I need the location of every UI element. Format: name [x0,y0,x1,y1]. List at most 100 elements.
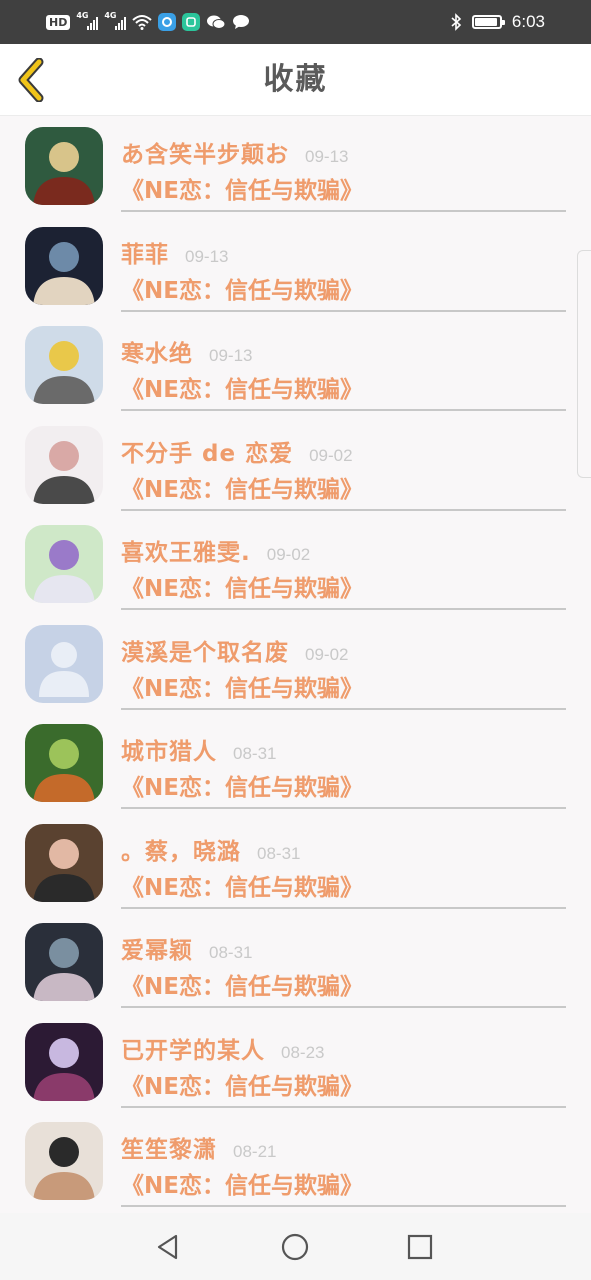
list-item[interactable]: 已开学的某人 08-23 《NE恋：信任与欺骗》 [0,1013,591,1113]
signal-icon: 4G [76,11,99,30]
back-triangle-icon [157,1234,178,1260]
book-title[interactable]: 《NE恋：信任与欺骗》 [121,370,363,404]
bluetooth-icon [451,13,462,31]
list-item[interactable]: 爱幂颖 08-31 《NE恋：信任与欺骗》 [0,913,591,1013]
list-item[interactable]: あ含笑半步颠お 09-13 《NE恋：信任与欺骗》 [0,117,591,217]
avatar[interactable] [25,1122,103,1200]
avatar[interactable] [25,226,103,305]
book-title[interactable]: 《NE恋：信任与欺骗》 [121,470,363,504]
name-line: 笙笙黎潇 08-21 [121,1130,276,1164]
name-line: 菲菲 09-13 [121,235,228,269]
divider [121,807,566,809]
list-item[interactable]: 笙笙黎潇 08-21 《NE恋：信任与欺骗》 [0,1112,591,1212]
divider [121,906,566,909]
book-title[interactable]: 《NE恋：信任与欺骗》 [121,1067,363,1101]
divider [121,1006,566,1008]
book-title[interactable]: 《NE恋：信任与欺骗》 [121,669,363,703]
list-item[interactable]: 喜欢王雅雯. 09-02 《NE恋：信任与欺骗》 [0,515,591,615]
list-item[interactable]: 寒水绝 09-13 《NE恋：信任与欺骗》 [0,316,591,416]
book-title[interactable]: 《NE恋：信任与欺骗》 [121,1166,363,1200]
home-circle-icon [281,1233,309,1261]
divider [121,309,566,312]
nav-recents-button[interactable] [404,1231,436,1263]
book-title[interactable]: 《NE恋：信任与欺骗》 [121,868,363,902]
book-title[interactable]: 《NE恋：信任与欺骗》 [121,271,363,305]
avatar[interactable] [25,1022,103,1101]
user-name[interactable]: 喜欢王雅雯. [121,533,251,567]
hd-icon: HD [46,14,71,30]
avatar[interactable] [25,326,103,404]
name-line: 寒水绝 09-13 [121,334,252,368]
name-line: 漠溪是个取名废 09-02 [121,633,348,667]
avatar[interactable] [25,823,103,902]
date-label: 08-31 [233,744,277,763]
name-line: 不分手 de 恋爱 09-02 [121,434,353,468]
date-label: 09-13 [305,147,349,166]
user-name[interactable]: あ含笑半步颠お [121,135,289,169]
user-name[interactable]: 爱幂颖 [121,931,193,965]
list-item[interactable]: 城市猎人 08-31 《NE恋：信任与欺骗》 [0,714,591,814]
divider [121,707,566,710]
name-line: 爱幂颖 08-31 [121,931,252,965]
book-title[interactable]: 《NE恋：信任与欺骗》 [121,569,363,603]
date-label: 09-02 [266,545,311,564]
date-label: 09-13 [185,246,229,266]
user-name[interactable]: 笙笙黎潇 [121,1130,217,1164]
favorites-list[interactable]: あ含笑半步颠お 09-13 《NE恋：信任与欺骗》 菲菲 09-13 《NE恋：信任与欺骗… [0,117,591,1213]
signal-icon: 4G [104,11,127,30]
navigation-bar [0,1213,591,1280]
avatar[interactable] [25,425,103,504]
wifi-icon [132,15,153,30]
avatar[interactable] [25,127,103,205]
user-name[interactable]: 。蔡，晓潞 [121,832,241,866]
avatar[interactable] [25,923,103,1001]
user-name[interactable]: 已开学的某人 [121,1031,265,1065]
avatar[interactable] [25,724,103,802]
page-title: 收藏 [263,62,328,97]
date-label: 08-31 [257,843,301,863]
battery-icon [471,15,505,29]
user-name[interactable]: 寒水绝 [121,334,193,368]
date-label: 08-23 [281,1042,325,1062]
date-label: 08-31 [209,943,253,962]
list-item[interactable]: 菲菲 09-13 《NE恋：信任与欺骗》 [0,217,591,317]
status-right: 6:03 [450,10,545,34]
user-name[interactable]: 菲菲 [121,235,169,269]
name-line: あ含笑半步颠お 09-13 [121,135,348,169]
chat-bubble-icon [233,15,250,29]
battery-level [474,18,497,26]
user-name[interactable]: 漠溪是个取名废 [121,633,289,667]
scroll-indicator[interactable] [577,250,591,478]
divider [121,608,566,610]
book-title[interactable]: 《NE恋：信任与欺骗》 [121,171,363,205]
recents-square-icon [407,1234,433,1260]
avatar[interactable] [25,624,103,703]
date-label: 08-21 [233,1142,277,1161]
app-icon [158,13,177,31]
list-item[interactable]: 漠溪是个取名废 09-02 《NE恋：信任与欺骗》 [0,615,591,715]
name-line: 喜欢王雅雯. 09-02 [121,533,310,567]
list-item[interactable]: 不分手 de 恋爱 09-02 《NE恋：信任与欺骗》 [0,416,591,516]
date-label: 09-02 [309,445,353,465]
clock: 6:03 [511,12,545,31]
book-title[interactable]: 《NE恋：信任与欺骗》 [121,768,363,802]
book-title[interactable]: 《NE恋：信任与欺骗》 [121,967,363,1001]
divider [121,508,566,511]
nav-back-button[interactable] [152,1231,184,1263]
name-line: 已开学的某人 08-23 [121,1031,324,1065]
user-name[interactable]: 不分手 de 恋爱 [121,434,293,468]
user-name[interactable]: 城市猎人 [121,732,217,766]
status-left: HD 4G 4G [46,10,250,34]
name-line: 。蔡，晓潞 08-31 [121,832,300,866]
status-bar: HD 4G 4G 6:03 [0,0,591,44]
nav-home-button[interactable] [279,1231,311,1263]
divider [121,210,566,212]
divider [121,1205,566,1207]
list-item[interactable]: 。蔡，晓潞 08-31 《NE恋：信任与欺骗》 [0,814,591,914]
wechat-icon [207,15,226,29]
header: 收藏 [0,44,591,116]
divider [121,409,566,411]
avatar[interactable] [25,525,103,603]
divider [121,1105,566,1108]
date-label: 09-02 [305,644,349,664]
